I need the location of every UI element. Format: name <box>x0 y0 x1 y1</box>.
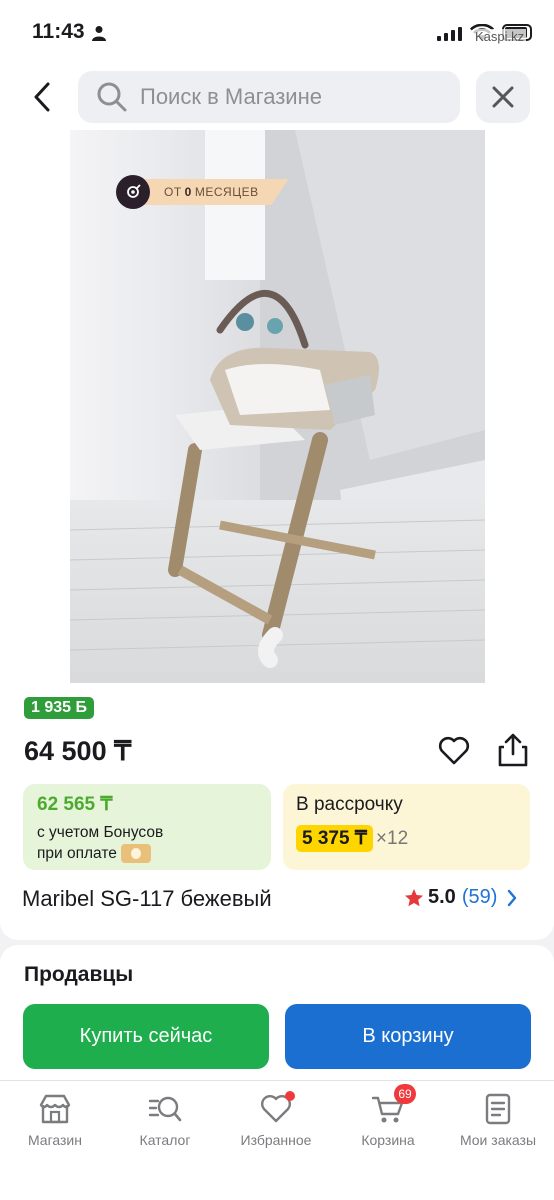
tab-catalog[interactable]: Каталог <box>110 1081 220 1161</box>
orders-icon <box>485 1093 511 1125</box>
pacifier-icon <box>116 175 150 209</box>
bonus-price: 62 565 ₸ <box>37 794 113 815</box>
cart-count-badge: 69 <box>394 1084 416 1104</box>
high-chair-illustration <box>70 130 485 683</box>
rating-value: 5.0 <box>428 886 456 908</box>
rating-link[interactable]: 5.0 (59) <box>404 886 517 909</box>
installment-months: ×12 <box>375 827 409 849</box>
chevron-right-icon <box>508 889 517 906</box>
installment-row: 5 375 ₸ ×12 <box>296 825 517 852</box>
signal-icon <box>437 27 462 41</box>
age-badge: ОТ 0 МЕСЯЦЕВ <box>116 175 289 209</box>
age-suffix: МЕСЯЦЕВ <box>194 185 259 199</box>
bonus-price-card[interactable]: 62 565 ₸ с учетом Бонусов при оплате <box>23 784 271 870</box>
buy-now-button[interactable]: Купить сейчас <box>23 1004 269 1069</box>
tab-label-cart: Корзина <box>361 1132 415 1148</box>
tab-orders[interactable]: Мои заказы <box>443 1081 553 1161</box>
notification-dot <box>285 1091 295 1101</box>
tab-label-favorites: Избранное <box>240 1132 312 1148</box>
age-badge-label: ОТ 0 МЕСЯЦЕВ <box>144 179 289 205</box>
installment-card[interactable]: В рассрочку 5 375 ₸ ×12 <box>283 784 530 870</box>
favorites-icon-wrap <box>259 1091 295 1125</box>
back-button[interactable] <box>22 74 62 120</box>
product-page: 11:43 Kaspi.kz Поиск в Магазине ОТ 0 МЕС… <box>0 0 554 1200</box>
bonus-badge: 1 935 Б <box>24 697 94 719</box>
age-number: 0 <box>184 185 192 199</box>
status-bar: 11:43 Kaspi.kz <box>0 0 554 64</box>
search-input[interactable]: Поиск в Магазине <box>78 71 460 123</box>
status-time: 11:43 <box>32 20 85 43</box>
tab-store[interactable]: Магазин <box>0 1081 110 1161</box>
product-title: Maribel SG-117 бежевый <box>22 886 272 911</box>
price-section: 1 935 Б 64 500 ₸ 62 565 ₸ с учетом Бонус… <box>0 690 554 940</box>
star-icon <box>405 888 423 906</box>
status-site-label: Kaspi.kz <box>473 29 527 44</box>
favorite-heart-icon[interactable] <box>437 734 471 768</box>
product-photo[interactable] <box>70 130 485 683</box>
back-arrow-icon <box>34 82 50 112</box>
bonus-line-2-row: при оплате <box>37 843 257 864</box>
product-gallery[interactable]: ОТ 0 МЕСЯЦЕВ <box>0 130 554 705</box>
tab-favorites[interactable]: Избранное <box>221 1081 331 1161</box>
add-to-cart-button[interactable]: В корзину <box>285 1004 531 1069</box>
sellers-section: Продавцы Купить сейчас В корзину <box>0 945 554 1080</box>
installment-amount: 5 375 ₸ <box>296 825 373 852</box>
close-button[interactable] <box>476 71 530 123</box>
installment-title: В рассрочку <box>296 794 403 815</box>
kaspi-gold-icon <box>120 844 151 864</box>
person-icon <box>92 26 106 41</box>
product-price: 64 500 ₸ <box>24 736 132 766</box>
tab-label-catalog: Каталог <box>139 1132 191 1148</box>
bonus-description: с учетом Бонусов при оплате <box>37 822 257 864</box>
reviews-count: (59) <box>461 886 498 908</box>
store-icon <box>39 1094 71 1124</box>
header: Поиск в Магазине <box>0 64 554 130</box>
tab-label-store: Магазин <box>27 1132 82 1148</box>
close-icon <box>492 86 514 108</box>
tab-bar: Магазин Каталог Избранное 69 Корзина Мои… <box>0 1080 554 1200</box>
bonus-line-1: с учетом Бонусов <box>37 824 164 841</box>
age-prefix: ОТ <box>164 185 182 199</box>
bonus-line-2: при оплате <box>37 845 117 862</box>
tab-cart[interactable]: 69 Корзина <box>333 1081 443 1161</box>
cart-icon-wrap: 69 <box>371 1084 416 1125</box>
search-icon <box>97 82 127 112</box>
tab-label-orders: Мои заказы <box>459 1132 537 1148</box>
search-placeholder: Поиск в Магазине <box>140 84 322 109</box>
sellers-title: Продавцы <box>24 963 134 986</box>
share-icon[interactable] <box>496 732 530 768</box>
catalog-search-icon <box>148 1096 182 1122</box>
